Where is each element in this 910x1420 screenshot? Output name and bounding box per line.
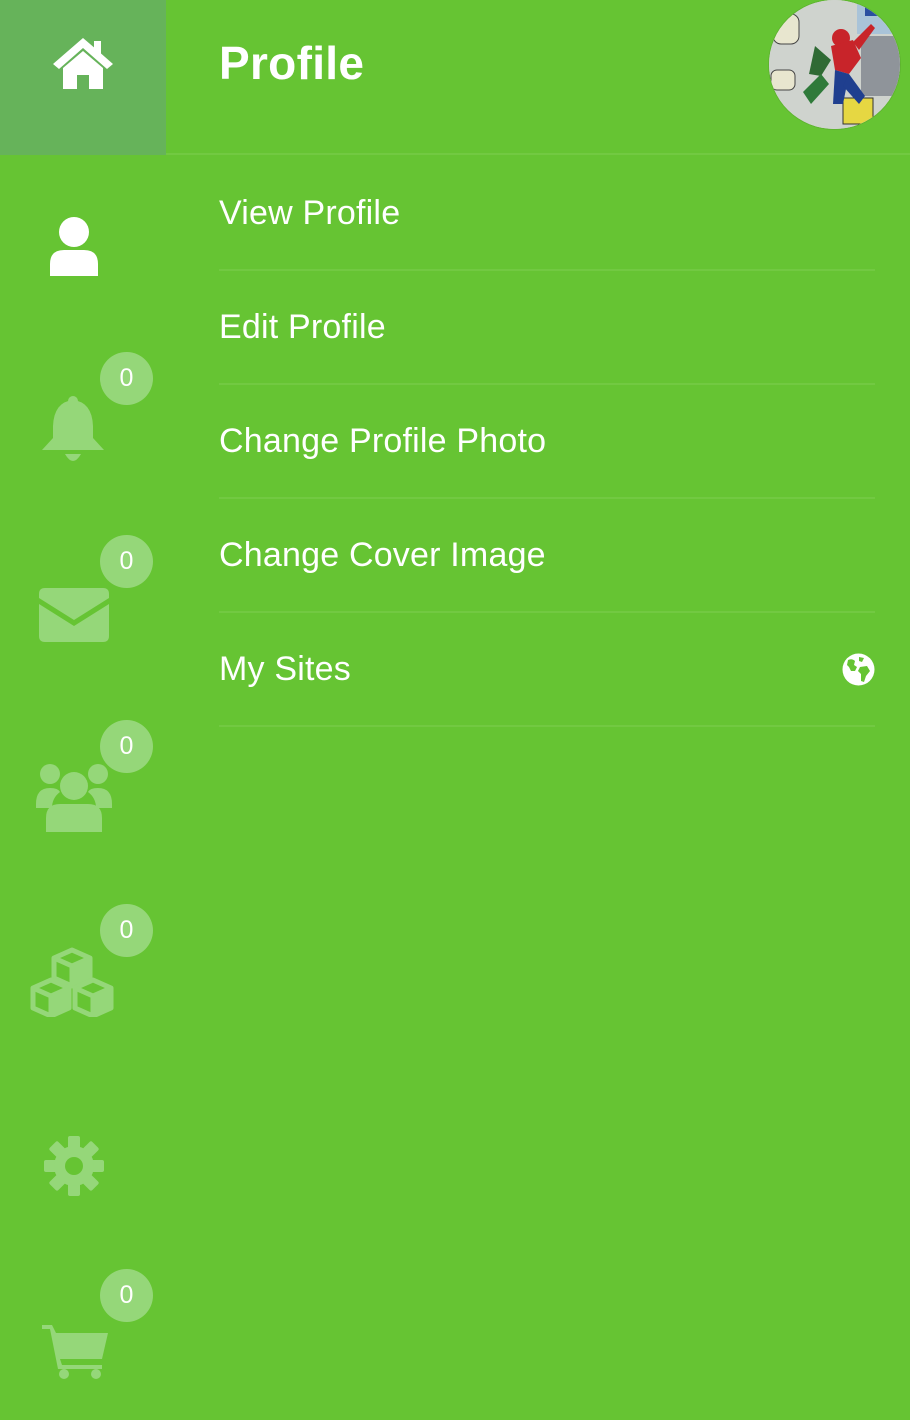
menu-item-label: View Profile: [219, 193, 401, 232]
menu-item-view-profile[interactable]: View Profile: [219, 157, 875, 271]
users-icon: [36, 764, 112, 832]
sidebar-item-cart[interactable]: 0: [0, 1267, 166, 1420]
bell-icon: [42, 396, 104, 461]
menu-item-label: Change Profile Photo: [219, 421, 547, 460]
sidebar-item-profile[interactable]: [0, 157, 166, 342]
apps-badge: 0: [100, 904, 153, 957]
sidebar-item-notifications[interactable]: 0: [0, 342, 166, 527]
menu-item-change-cover-image[interactable]: Change Cover Image: [219, 499, 875, 613]
home-button[interactable]: [0, 0, 166, 155]
avatar[interactable]: [769, 0, 900, 129]
cart-badge: 0: [100, 1269, 153, 1322]
cart-icon: [42, 1325, 108, 1379]
avatar-image: [769, 0, 900, 129]
user-icon: [50, 217, 98, 276]
cubes-icon: [30, 947, 114, 1017]
menu-item-my-sites[interactable]: My Sites: [219, 613, 875, 727]
profile-menu: View Profile Edit Profile Change Profile…: [219, 157, 875, 727]
globe-icon: [842, 653, 875, 686]
gear-icon: [44, 1136, 104, 1196]
sidebar-item-settings[interactable]: [0, 1082, 166, 1267]
home-icon: [53, 37, 113, 89]
sidebar-item-groups[interactable]: 0: [0, 712, 166, 897]
sidebar-item-apps[interactable]: 0: [0, 897, 166, 1082]
top-bar: Profile: [0, 0, 910, 155]
notifications-badge: 0: [100, 352, 153, 405]
messages-badge: 0: [100, 535, 153, 588]
menu-item-edit-profile[interactable]: Edit Profile: [219, 271, 875, 385]
menu-item-label: My Sites: [219, 649, 351, 688]
menu-item-change-profile-photo[interactable]: Change Profile Photo: [219, 385, 875, 499]
envelope-icon: [39, 588, 109, 642]
menu-item-label: Edit Profile: [219, 307, 386, 346]
sidebar-item-messages[interactable]: 0: [0, 527, 166, 712]
menu-item-label: Change Cover Image: [219, 535, 546, 574]
sidebar-nav: 0 0 0 0 0: [0, 157, 166, 1420]
groups-badge: 0: [100, 720, 153, 773]
page-title: Profile: [219, 37, 365, 89]
